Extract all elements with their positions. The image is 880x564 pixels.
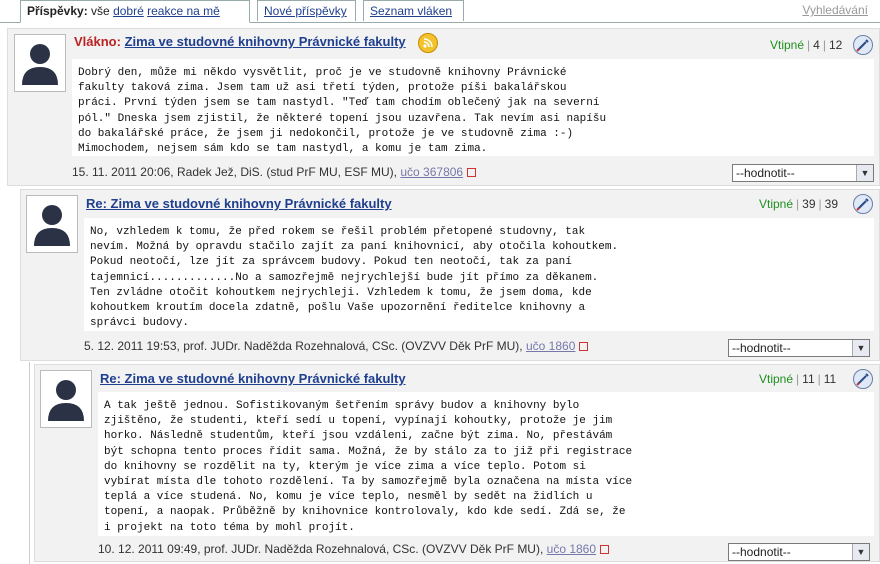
score-count-a: 39 <box>802 197 816 211</box>
external-link-icon <box>600 545 610 555</box>
score: Vtipné | 11 | 11 <box>759 372 837 386</box>
post-meta-text: 5. 12. 2011 19:53, prof. JUDr. Naděžda R… <box>84 339 523 353</box>
tab-posts: Příspěvky: vše dobré reakce na mě <box>20 0 250 23</box>
thread-indent-line <box>29 362 30 564</box>
rating-select[interactable]: --hodnotit-- ▼ <box>728 339 870 357</box>
avatar <box>40 370 92 428</box>
rss-icon[interactable] <box>418 33 438 53</box>
avatar <box>26 195 78 253</box>
tab-new-posts-link[interactable]: Nové příspěvky <box>264 4 347 18</box>
post-title-link[interactable]: Re: Zima ve studovné knihovny Právnické … <box>86 196 392 211</box>
tab-bar: Příspěvky: vše dobré reakce na mě Nové p… <box>0 0 880 23</box>
post-meta: 15. 11. 2011 20:06, Radek Jež, DiS. (stu… <box>72 165 477 179</box>
post-title: Re: Zima ve studovné knihovny Právnické … <box>100 371 406 386</box>
post-meta-text: 15. 11. 2011 20:06, Radek Jež, DiS. (stu… <box>72 165 398 179</box>
uco-link[interactable]: učo 1860 <box>526 339 575 353</box>
reply-icon[interactable] <box>853 194 873 214</box>
post-body: No, vzhledem k tomu, že před rokem se ře… <box>84 218 874 331</box>
score-count-a: 4 <box>813 38 820 52</box>
rating-select[interactable]: --hodnotit-- ▼ <box>732 164 874 182</box>
uco-link[interactable]: učo 367806 <box>400 165 463 179</box>
score-count-a: 11 <box>802 372 815 386</box>
tab-posts-label: Příspěvky: <box>27 4 88 18</box>
tab-new-posts[interactable]: Nové příspěvky <box>257 0 356 21</box>
filter-reactions-link[interactable]: reakce na mě <box>147 4 220 18</box>
score-label: Vtipné <box>759 197 794 211</box>
post-meta: 5. 12. 2011 19:53, prof. JUDr. Naděžda R… <box>84 339 589 353</box>
thread-prefix: Vlákno: <box>74 34 121 49</box>
chevron-down-icon: ▼ <box>852 544 869 560</box>
post-title: Re: Zima ve studovné knihovny Právnické … <box>86 196 392 211</box>
post-body: A tak ještě jednou. Sofistikovaným šetře… <box>98 392 874 536</box>
rating-select-value: --hodnotit-- <box>732 545 791 559</box>
score-label: Vtipné <box>770 38 805 52</box>
post-thread: Vlákno: Zima ve studovné knihovny Právni… <box>7 28 880 186</box>
reply-icon[interactable] <box>853 35 873 55</box>
score-label: Vtipné <box>759 372 794 386</box>
chevron-down-icon: ▼ <box>856 165 873 181</box>
score-count-b: 11 <box>823 372 837 386</box>
post-body: Dobrý den, může mi někdo vysvětlit, proč… <box>72 59 874 156</box>
filter-all: vše <box>91 4 110 18</box>
tab-thread-list-link[interactable]: Seznam vláken <box>370 4 452 18</box>
rating-select-value: --hodnotit-- <box>732 341 791 355</box>
chevron-down-icon: ▼ <box>852 340 869 356</box>
score: Vtipné | 39 | 39 <box>759 197 838 211</box>
external-link-icon <box>579 342 589 352</box>
post-title: Vlákno: Zima ve studovné knihovny Právni… <box>74 34 406 49</box>
post-title-link[interactable]: Re: Zima ve studovné knihovny Právnické … <box>100 371 406 386</box>
search-link[interactable]: Vyhledávání <box>802 3 868 17</box>
avatar <box>14 34 66 92</box>
score: Vtipné | 4 | 12 <box>770 38 843 52</box>
uco-link[interactable]: učo 1860 <box>547 542 596 556</box>
reply-icon[interactable] <box>853 369 873 389</box>
score-count-b: 39 <box>824 197 838 211</box>
filter-good-link[interactable]: dobré <box>113 4 144 18</box>
post-reply: Re: Zima ve studovné knihovny Právnické … <box>20 189 880 361</box>
external-link-icon <box>467 168 477 178</box>
rating-select-value: --hodnotit-- <box>736 166 795 180</box>
post-meta: 10. 12. 2011 09:49, prof. JUDr. Naděžda … <box>98 542 610 556</box>
post-reply: Re: Zima ve studovné knihovny Právnické … <box>34 364 880 562</box>
rating-select[interactable]: --hodnotit-- ▼ <box>728 543 870 561</box>
score-count-b: 12 <box>828 38 843 52</box>
post-meta-text: 10. 12. 2011 09:49, prof. JUDr. Naděžda … <box>98 542 544 556</box>
post-title-link[interactable]: Zima ve studovné knihovny Právnické faku… <box>125 34 406 49</box>
tab-thread-list[interactable]: Seznam vláken <box>363 0 464 21</box>
